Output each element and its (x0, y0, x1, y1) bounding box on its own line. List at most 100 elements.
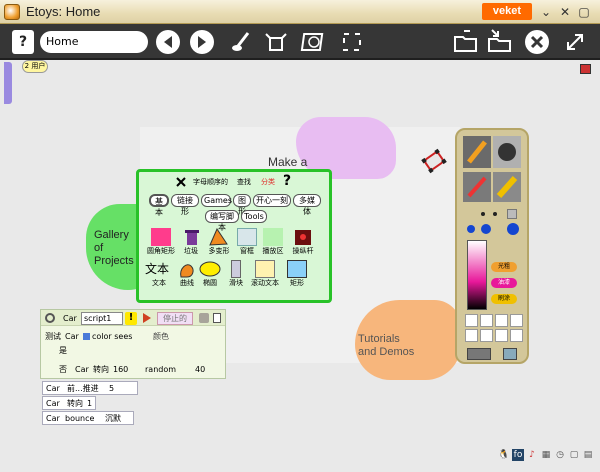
stamp-grid[interactable] (465, 314, 523, 342)
ellipse-tile[interactable] (199, 260, 221, 278)
script-collapse-icon[interactable] (213, 313, 221, 323)
stamp-slot[interactable] (480, 314, 493, 327)
tray-penguin-icon[interactable]: 🐧 (498, 449, 510, 461)
tray-speaker-icon[interactable]: ♪ (526, 449, 538, 461)
paint-supplies-flap[interactable]: 光粗 油漆 刷涂 (455, 128, 529, 364)
gallery-label[interactable]: Gallery of Projects (94, 229, 134, 268)
forward-tile-value[interactable]: 5 (109, 382, 114, 395)
tray-window-icon[interactable]: ▢ (568, 449, 580, 461)
test-player[interactable]: Car (65, 330, 79, 343)
color-sees-value[interactable]: 颜色 (153, 330, 169, 343)
random-value[interactable]: 40 (195, 363, 205, 376)
script-player[interactable]: Car (63, 312, 77, 325)
alphabetic-toggle[interactable]: 字母顺序的 (193, 177, 228, 187)
project-name-field[interactable]: Home (40, 31, 148, 53)
tray-clock-icon[interactable]: ◷ (554, 449, 566, 461)
brush-size-1[interactable] (481, 212, 485, 216)
script-lock-icon[interactable] (199, 313, 209, 323)
maximize-icon[interactable]: ▢ (576, 4, 592, 20)
trash-flap-icon[interactable] (580, 64, 591, 74)
category-toggle[interactable]: 分类 (261, 177, 275, 187)
slider-tile[interactable] (231, 260, 241, 278)
script-menu-icon[interactable] (45, 313, 55, 323)
rectangle-tile[interactable] (287, 260, 307, 278)
turn-tile[interactable]: Car 转向 1 (42, 396, 96, 410)
bounce-tile-value[interactable]: 沉默 (105, 412, 121, 425)
object-catalog[interactable]: 字母顺序的 查找 分类 ? 基本 链接形 Games 图形 开心一刻 多媒体 编… (136, 169, 332, 303)
tray-grid-icon[interactable]: ▤ (582, 449, 594, 461)
turn-tile-value[interactable]: 1 (87, 397, 92, 410)
help-button[interactable]: ? (12, 30, 34, 54)
tool-pill-2[interactable]: 油漆 (491, 278, 517, 288)
user-flap-label[interactable]: 2 用户 (22, 60, 48, 73)
chevron-down-icon[interactable]: ⌄ (538, 4, 554, 20)
save-project-button[interactable] (486, 28, 514, 56)
tab-basic[interactable]: 基本 (149, 194, 169, 217)
random-tile[interactable]: random (145, 363, 176, 376)
find-toggle[interactable]: 查找 (237, 177, 251, 187)
stamp-slot[interactable] (480, 329, 493, 342)
stamp-slot[interactable] (465, 329, 478, 342)
expand-button[interactable] (561, 28, 589, 56)
tab-tools[interactable]: Tools (241, 210, 267, 223)
brush-size-6[interactable] (507, 223, 519, 235)
playfield-tile[interactable] (263, 228, 283, 246)
next-project-button[interactable] (190, 30, 214, 54)
turn-value[interactable]: 160 (113, 363, 128, 376)
tab-connectors[interactable]: 链接形 (171, 194, 199, 216)
joystick-tile[interactable] (293, 228, 313, 246)
tool-pill-3[interactable]: 刷涂 (491, 294, 517, 304)
brush-size-2[interactable] (493, 212, 497, 216)
stamp-slot[interactable] (510, 314, 523, 327)
previous-project-button[interactable] (156, 30, 180, 54)
color-picker[interactable] (467, 240, 487, 310)
exclamation-icon[interactable]: ! (125, 312, 137, 325)
quit-button[interactable] (525, 30, 549, 54)
brush-size-4[interactable] (467, 225, 475, 233)
brush-size-3[interactable] (507, 209, 517, 219)
tray-fn-icon[interactable]: fo (512, 449, 524, 461)
tab-just-for-fun[interactable]: 开心一刻 (253, 194, 291, 207)
car-sprite[interactable] (420, 147, 448, 175)
trash-tile[interactable] (181, 228, 201, 246)
language-button[interactable] (300, 28, 328, 56)
tray-network-icon[interactable]: ▦ (540, 449, 552, 461)
palette-help-icon[interactable]: ? (283, 173, 291, 189)
tool-pill-1[interactable]: 光粗 (491, 262, 517, 272)
tab-graphics[interactable]: 图形 (233, 194, 251, 216)
stamp-slot[interactable] (495, 314, 508, 327)
stamp-slot[interactable] (495, 329, 508, 342)
open-project-button[interactable] (452, 28, 480, 56)
text-tile[interactable]: 文本 (145, 260, 169, 277)
tutorials-label[interactable]: Tutorials and Demos (358, 333, 414, 359)
script-editor[interactable]: Car script1 ! 停止的 测试 Car color sees 颜色 是… (40, 309, 226, 379)
color-sees-tile[interactable]: color sees (92, 330, 132, 343)
ticker-icon[interactable] (143, 313, 155, 323)
turn-command[interactable]: 转向 (93, 363, 109, 376)
bounce-tile[interactable]: Car bounce 沉默 (42, 411, 134, 425)
paint-button[interactable] (228, 28, 256, 56)
supplies-button[interactable] (262, 28, 290, 56)
tab-games[interactable]: Games (201, 194, 232, 207)
script-status[interactable]: 停止的 (157, 312, 193, 325)
tab-scripting[interactable]: 编写脚本 (205, 210, 239, 232)
undo-button[interactable] (503, 348, 517, 360)
forward-tile[interactable]: Car 前...推进 5 (42, 381, 138, 395)
turn-player[interactable]: Car (75, 363, 89, 376)
minimize-icon[interactable]: ✕ (557, 4, 573, 20)
keep-button[interactable] (467, 348, 491, 360)
polygon-tile[interactable] (207, 227, 228, 246)
brush-size-5[interactable] (481, 224, 491, 234)
curve-tile[interactable] (177, 260, 197, 278)
stamp-slot[interactable] (510, 329, 523, 342)
make-a-label[interactable]: Make a (268, 155, 307, 169)
tab-multimedia[interactable]: 多媒体 (293, 194, 321, 216)
stamp-slot[interactable] (465, 314, 478, 327)
color-swatch[interactable] (83, 333, 90, 340)
close-palette-icon[interactable] (175, 176, 187, 188)
fullscreen-button[interactable] (338, 28, 366, 56)
script-name-field[interactable]: script1 (81, 312, 123, 325)
window-tile[interactable] (237, 228, 257, 246)
left-flap-tab[interactable] (4, 62, 12, 104)
paint-tools-icons[interactable] (463, 136, 523, 210)
